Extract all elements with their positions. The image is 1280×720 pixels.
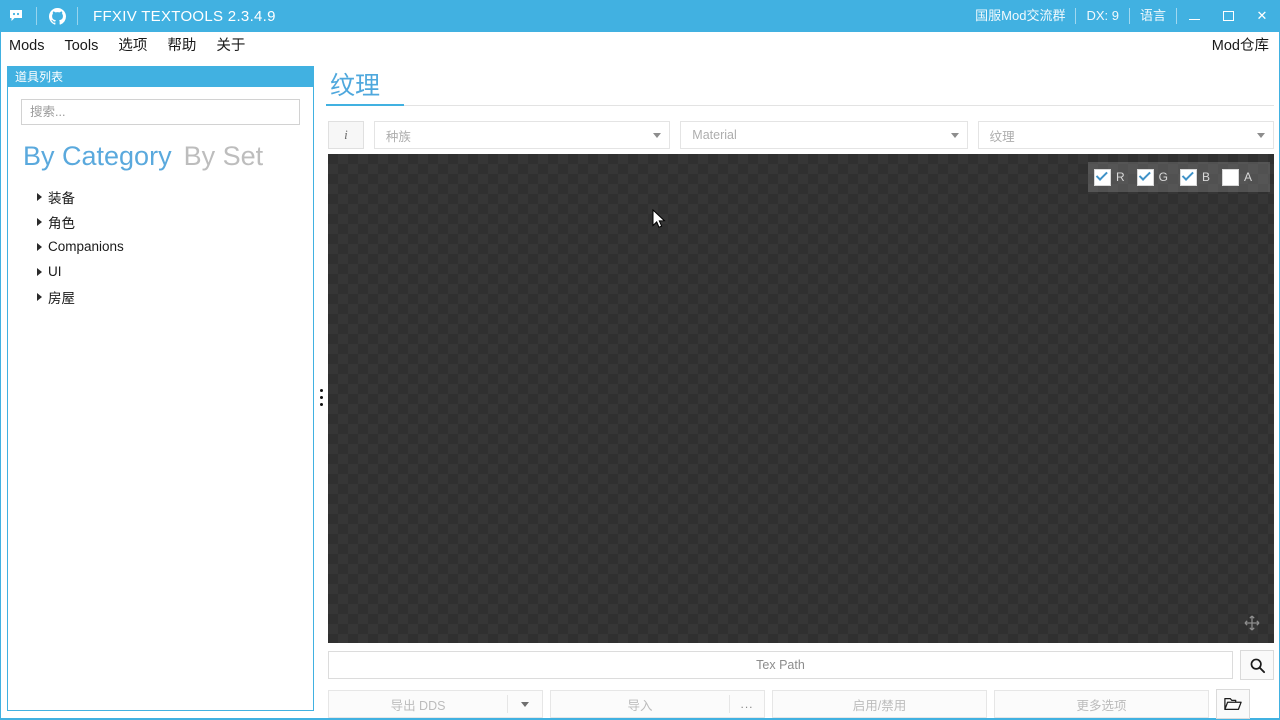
tree-node-label: 装备 — [48, 190, 75, 206]
splitter-dot — [320, 402, 323, 406]
view-mode-tabs: By Category By Set — [21, 141, 300, 172]
open-folder-button[interactable] — [1216, 689, 1250, 719]
import-options-button[interactable]: ... — [730, 691, 764, 717]
tree-node-ui[interactable]: UI — [37, 259, 300, 284]
maximize-icon[interactable] — [1211, 0, 1245, 32]
enable-disable-button[interactable]: 启用/禁用 — [772, 690, 987, 718]
menu-tools[interactable]: Tools — [54, 32, 108, 60]
tree-node-label: 角色 — [48, 215, 75, 231]
channel-b-label: B — [1201, 170, 1210, 184]
main-tabstrip: 纹理 — [325, 60, 1274, 106]
minimize-icon[interactable] — [1177, 0, 1211, 32]
tex-path-field[interactable]: Tex Path — [328, 651, 1233, 679]
language-link[interactable]: 语言 — [1130, 0, 1176, 32]
app-title: FFXIV TEXTOOLS 2.3.4.9 — [93, 7, 276, 25]
export-dds-label: 导出 DDS — [390, 698, 446, 713]
texture-dropdown-label: 纹理 — [989, 129, 1015, 144]
search-icon-button[interactable] — [1240, 650, 1274, 680]
menu-mods[interactable]: Mods — [1, 32, 54, 60]
texture-viewer[interactable]: R G B A — [328, 154, 1274, 643]
tree-node-label: UI — [48, 264, 62, 279]
fit-to-screen-icon[interactable] — [1242, 613, 1262, 633]
channel-r[interactable]: R — [1093, 168, 1134, 186]
check-icon — [1138, 168, 1151, 181]
checkbox-a[interactable] — [1221, 168, 1239, 186]
chevron-right-icon[interactable] — [37, 292, 42, 301]
chevron-down-icon — [653, 132, 662, 138]
checkbox-b[interactable] — [1179, 168, 1197, 186]
titlebar-divider-2 — [77, 7, 78, 25]
mouse-cursor — [652, 208, 666, 231]
dx-version-label[interactable]: DX: 9 — [1076, 0, 1129, 32]
filter-row: i 种族 Material 纹理 — [328, 106, 1275, 154]
material-dropdown[interactable]: Material — [680, 121, 968, 149]
ellipsis-icon: ... — [740, 697, 754, 711]
check-icon — [1095, 168, 1108, 181]
import-button[interactable]: 导入 ... — [550, 690, 765, 718]
tree-node-companions[interactable]: Companions — [37, 234, 300, 259]
chevron-right-icon[interactable] — [37, 217, 42, 226]
mod-repository-menu[interactable]: Mod仓库 — [1212, 32, 1279, 60]
panel-splitter-handle[interactable] — [316, 380, 327, 414]
titlebar-divider — [36, 7, 37, 25]
splitter-dot — [320, 388, 323, 392]
checkbox-g[interactable] — [1136, 168, 1154, 186]
tree-node-gear[interactable]: 装备 — [37, 184, 300, 209]
menu-options[interactable]: 选项 — [108, 32, 157, 60]
item-list-panel: 道具列表 By Category By Set 装备 角色 Companions — [7, 66, 314, 711]
import-label: 导入 — [627, 698, 653, 713]
channel-r-label: R — [1115, 170, 1125, 184]
channel-toggle-panel: R G B A — [1087, 162, 1270, 192]
github-icon[interactable] — [42, 0, 72, 32]
splitter-dot — [320, 395, 323, 399]
tree-node-character[interactable]: 角色 — [37, 209, 300, 234]
tree-node-label: 房屋 — [48, 290, 75, 306]
titlebar-right-group: 国服Mod交流群 DX: 9 语言 ✕ — [965, 0, 1279, 32]
channel-a[interactable]: A — [1221, 168, 1261, 186]
title-bar: FFXIV TEXTOOLS 2.3.4.9 国服Mod交流群 DX: 9 语言… — [1, 0, 1279, 32]
close-icon[interactable]: ✕ — [1245, 0, 1279, 32]
mod-group-link[interactable]: 国服Mod交流群 — [965, 0, 1075, 32]
tab-by-category[interactable]: By Category — [23, 141, 172, 172]
more-options-button[interactable]: 更多选项 — [994, 690, 1209, 718]
checkbox-r[interactable] — [1093, 168, 1111, 186]
menu-about[interactable]: 关于 — [206, 32, 255, 60]
tex-path-row: Tex Path — [328, 650, 1274, 680]
search-input[interactable] — [21, 99, 300, 125]
channel-a-label: A — [1243, 170, 1252, 184]
channel-g[interactable]: G — [1136, 168, 1177, 186]
chevron-down-icon — [521, 701, 529, 707]
item-list-body: By Category By Set 装备 角色 Companions — [8, 87, 313, 309]
chevron-right-icon[interactable] — [37, 192, 42, 201]
info-icon-button[interactable]: i — [328, 121, 364, 149]
main-content: 纹理 i 种族 Material 纹理 R G B A Tex Path 导出 … — [325, 60, 1275, 719]
export-dds-dropdown[interactable] — [508, 691, 542, 717]
discord-icon[interactable] — [1, 0, 31, 32]
menu-help[interactable]: 帮助 — [157, 32, 206, 60]
category-tree: 装备 角色 Companions UI 房屋 — [21, 184, 300, 309]
material-dropdown-label: Material — [692, 128, 737, 142]
chevron-right-icon[interactable] — [37, 242, 42, 251]
chevron-right-icon[interactable] — [37, 267, 42, 276]
chevron-down-icon — [1257, 132, 1266, 138]
tab-by-set[interactable]: By Set — [184, 141, 264, 172]
check-icon — [1181, 168, 1194, 181]
item-list-header: 道具列表 — [8, 67, 313, 87]
tree-node-label: Companions — [48, 239, 124, 254]
tree-node-housing[interactable]: 房屋 — [37, 284, 300, 309]
race-dropdown-label: 种族 — [385, 129, 411, 144]
action-button-row: 导出 DDS 导入 ... 启用/禁用 更多选项 — [328, 689, 1274, 719]
export-dds-button[interactable]: 导出 DDS — [328, 690, 543, 718]
tab-texture[interactable]: 纹理 — [325, 74, 405, 106]
menu-bar: Mods Tools 选项 帮助 关于 Mod仓库 — [1, 32, 1279, 60]
texture-dropdown[interactable]: 纹理 — [977, 121, 1275, 149]
race-dropdown[interactable]: 种族 — [373, 121, 671, 149]
chevron-down-icon — [950, 132, 959, 138]
application-window: FFXIV TEXTOOLS 2.3.4.9 国服Mod交流群 DX: 9 语言… — [0, 0, 1280, 720]
channel-b[interactable]: B — [1179, 168, 1219, 186]
channel-g-label: G — [1158, 170, 1168, 184]
